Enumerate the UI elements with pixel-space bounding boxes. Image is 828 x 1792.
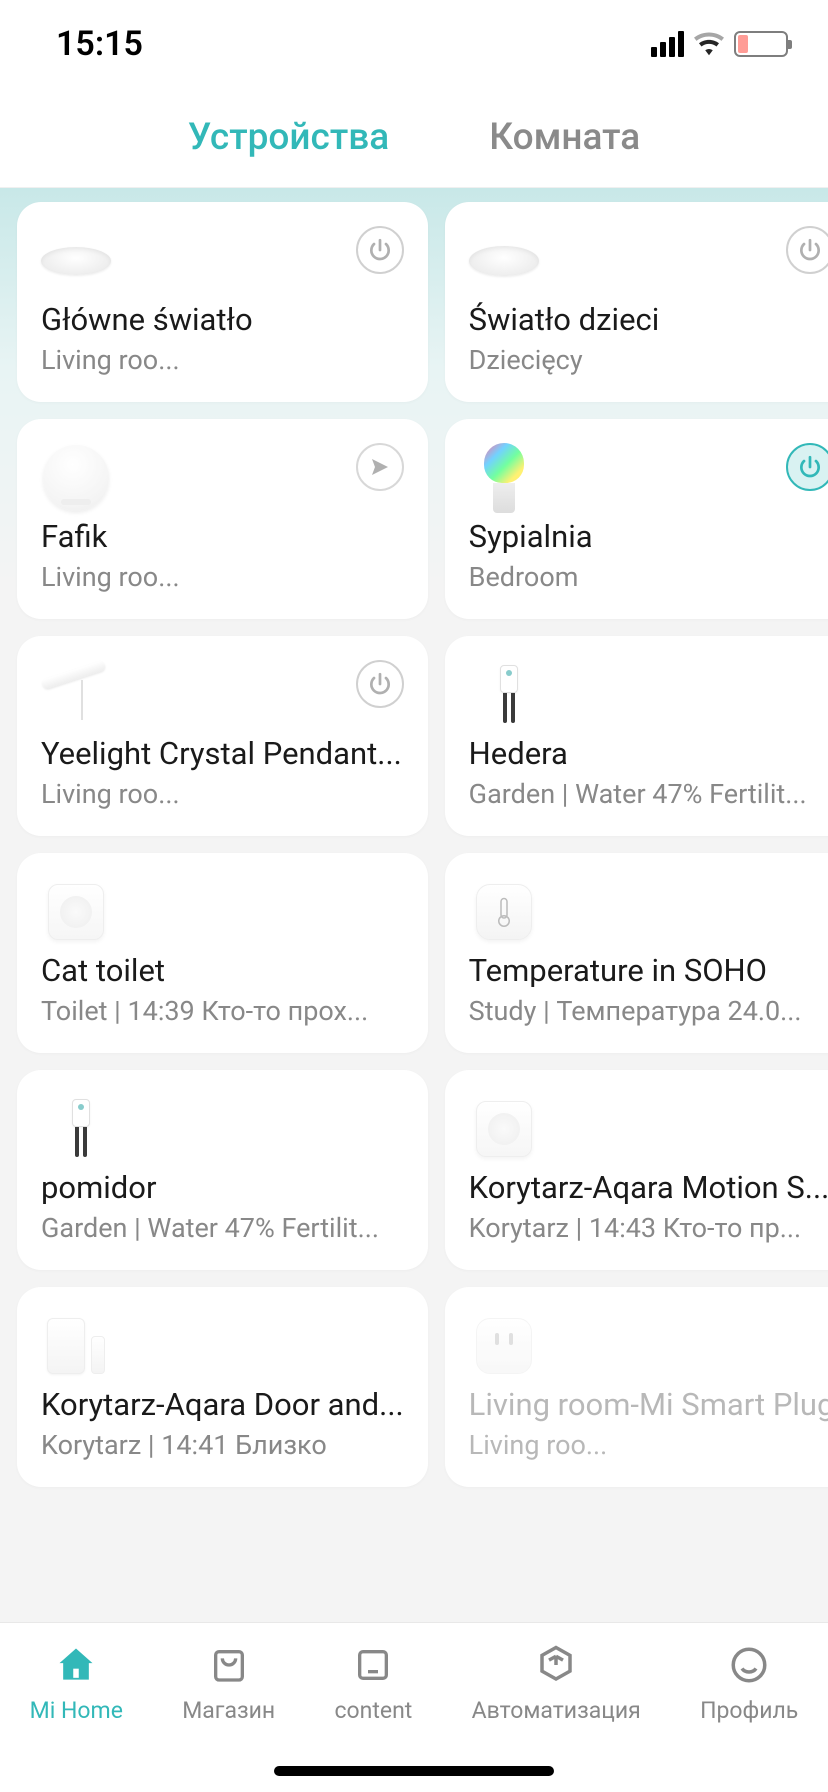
device-card[interactable]: Temperature in SOHO Study | Температура 2… — [445, 853, 828, 1053]
device-card[interactable]: Hedera Garden | Water 47% Fertilit... — [445, 636, 828, 836]
device-subtitle: Toilet | 14:39 Кто-то прох... — [41, 995, 404, 1027]
status-icons — [651, 31, 788, 57]
nav-profile-label: Профиль — [700, 1697, 798, 1724]
pendant-icon — [41, 660, 111, 730]
device-card[interactable]: Yeelight Crystal Pendant... Living roo... — [17, 636, 428, 836]
device-subtitle: Garden | Water 47% Fertilit... — [41, 1212, 404, 1244]
device-subtitle: Dziecięcy — [469, 344, 828, 376]
power-button[interactable] — [786, 226, 828, 274]
device-name: Sypialnia — [469, 518, 828, 555]
device-name: pomidor — [41, 1169, 404, 1206]
nav-home-label: Mi Home — [30, 1697, 123, 1724]
device-card[interactable]: Główne światło Living roo... — [17, 202, 428, 402]
nav-content-label: content — [335, 1697, 413, 1724]
device-subtitle: Living roo... — [41, 344, 404, 376]
power-button[interactable] — [356, 660, 404, 708]
device-subtitle: Bedroom — [469, 561, 828, 593]
home-indicator — [274, 1766, 554, 1776]
bulb-icon — [469, 443, 539, 513]
device-name: Światło dzieci — [469, 301, 828, 338]
power-button[interactable] — [786, 443, 828, 491]
vacuum-icon — [41, 443, 111, 513]
nav-store[interactable]: Магазин — [182, 1641, 275, 1724]
bottom-nav: Mi Home Магазин content Автоматизация Пр… — [0, 1622, 828, 1792]
wifi-icon — [694, 32, 724, 56]
tab-rooms[interactable]: Комната — [489, 116, 640, 159]
device-card[interactable]: pomidor Garden | Water 47% Fertilit... — [17, 1070, 428, 1270]
device-card[interactable]: Korytarz-Aqara Motion S... Korytarz | 14:… — [445, 1070, 828, 1270]
motion-sensor-icon — [469, 1094, 539, 1164]
device-grid-scroll[interactable]: Główne światło Living roo... Światło dziec… — [0, 188, 828, 1622]
device-card[interactable]: Światło dzieci Dziecięcy — [445, 202, 828, 402]
device-card[interactable]: Sypialnia Bedroom — [445, 419, 828, 619]
device-card[interactable]: Fafik Living roo... — [17, 419, 428, 619]
status-time: 15:15 — [56, 24, 143, 64]
battery-icon — [734, 31, 788, 57]
device-name: Cat toilet — [41, 952, 404, 989]
square-icon — [349, 1641, 397, 1689]
device-subtitle: Korytarz | 14:43 Кто-то пр... — [469, 1212, 828, 1244]
motion-sensor-icon — [41, 877, 111, 947]
device-card[interactable]: Korytarz-Aqara Door and... Korytarz | 14:… — [17, 1287, 428, 1487]
device-name: Temperature in SOHO — [469, 952, 828, 989]
plant-sensor-icon — [469, 660, 539, 730]
cellular-icon — [651, 31, 684, 57]
ceiling-lamp-big-icon — [469, 226, 539, 296]
device-name: Korytarz-Aqara Motion S... — [469, 1169, 828, 1206]
nav-profile[interactable]: Профиль — [700, 1641, 798, 1724]
device-card[interactable]: Living room-Mi Smart Plug Living roo... — [445, 1287, 828, 1487]
device-name: Główne światło — [41, 301, 404, 338]
device-subtitle: Korytarz | 14:41 Близко — [41, 1429, 404, 1461]
device-name: Korytarz-Aqara Door and... — [41, 1386, 404, 1423]
device-subtitle: Living roo... — [41, 778, 404, 810]
device-name: Yeelight Crystal Pendant... — [41, 735, 404, 772]
status-bar: 15:15 — [0, 0, 828, 88]
device-subtitle: Garden | Water 47% Fertilit... — [469, 778, 828, 810]
device-subtitle: Study | Температура 24.0... — [469, 995, 828, 1027]
home-icon — [52, 1641, 100, 1689]
door-sensor-icon — [41, 1311, 111, 1381]
temp-sensor-icon — [469, 877, 539, 947]
device-name: Living room-Mi Smart Plug — [469, 1386, 828, 1423]
plug-icon — [469, 1311, 539, 1381]
hex-icon — [532, 1641, 580, 1689]
tab-devices[interactable]: Устройства — [188, 116, 389, 159]
nav-home[interactable]: Mi Home — [30, 1641, 123, 1724]
device-subtitle: Living roo... — [41, 561, 404, 593]
top-tabs: Устройства Комната — [0, 88, 828, 188]
nav-store-label: Магазин — [182, 1697, 275, 1724]
device-name: Fafik — [41, 518, 404, 555]
power-button[interactable] — [356, 226, 404, 274]
plant-sensor-icon — [41, 1094, 111, 1164]
face-icon — [725, 1641, 773, 1689]
bag-icon — [205, 1641, 253, 1689]
device-subtitle: Living roo... — [469, 1429, 828, 1461]
locate-button[interactable] — [356, 443, 404, 491]
nav-automation[interactable]: Автоматизация — [472, 1641, 641, 1724]
device-name: Hedera — [469, 735, 828, 772]
device-card[interactable]: Cat toilet Toilet | 14:39 Кто-то прох... — [17, 853, 428, 1053]
nav-automation-label: Автоматизация — [472, 1697, 641, 1724]
ceiling-lamp-icon — [41, 226, 111, 296]
nav-content[interactable]: content — [335, 1641, 413, 1724]
